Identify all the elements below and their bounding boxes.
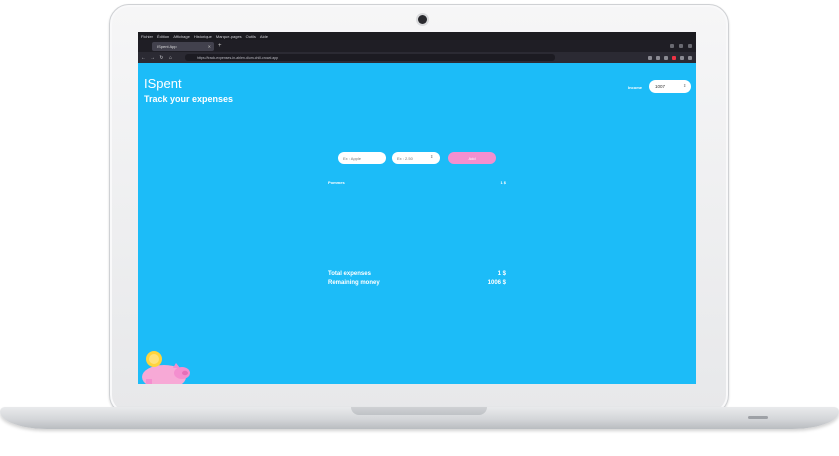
menu-item-help[interactable]: Aide	[260, 34, 268, 39]
ispent-app: ISpent Track your expenses Income ⇕ ⇕ Ad…	[138, 63, 696, 384]
menu-item-edit[interactable]: Édition	[157, 34, 169, 39]
window-controls	[670, 44, 692, 48]
forward-icon[interactable]: →	[150, 55, 155, 61]
maximize-icon[interactable]	[679, 44, 683, 48]
new-tab-icon[interactable]: +	[218, 43, 222, 49]
remaining-money-value: 1006 $	[487, 280, 506, 286]
expense-name: Pommes	[328, 180, 345, 185]
app-logo-text: ISpent	[144, 76, 182, 91]
home-icon[interactable]: ⌂	[168, 55, 173, 61]
reload-icon[interactable]: ↻	[159, 55, 164, 61]
budget-stepper-icon[interactable]: ⇕	[683, 83, 686, 88]
piggy-bank-icon	[142, 351, 190, 384]
budget-label: Income	[628, 85, 643, 90]
menu-item-bookmarks[interactable]: Marque-pages	[216, 34, 242, 39]
extension-icon[interactable]	[656, 55, 660, 60]
minimize-icon[interactable]	[670, 44, 674, 48]
expense-name-input[interactable]	[338, 152, 386, 164]
webcam-icon	[418, 15, 427, 24]
remaining-money-label: Remaining money	[328, 280, 380, 286]
os-menu-bar: Fichier Édition Affichage Historique Mar…	[138, 32, 696, 40]
laptop-hinge-notch	[351, 407, 487, 415]
menu-item-file[interactable]: Fichier	[141, 34, 153, 39]
url-text: https://track-expenses-in-ablen-dium-chi…	[197, 55, 279, 60]
app-tagline: Track your expenses	[144, 94, 234, 104]
browser-tab-strip: ISpent App ✕ +	[138, 40, 696, 52]
laptop-screen: Fichier Édition Affichage Historique Mar…	[138, 32, 696, 384]
extension-icon[interactable]	[648, 55, 652, 60]
tab-title: ISpent App	[157, 43, 177, 49]
laptop-indicator	[748, 416, 768, 419]
browser-tab[interactable]: ISpent App ✕	[152, 41, 214, 51]
address-bar[interactable]: https://track-expenses-in-ablen-dium-chi…	[185, 54, 555, 61]
extension-icon[interactable]	[664, 55, 668, 60]
extension-icon[interactable]	[672, 55, 676, 60]
back-icon[interactable]: ←	[141, 55, 146, 61]
menu-item-history[interactable]: Historique	[194, 34, 212, 39]
total-expenses-value: 1 $	[497, 271, 506, 277]
remaining-money-row: Remaining money 1006 $	[328, 280, 506, 286]
close-window-icon[interactable]	[688, 44, 692, 48]
total-expenses-label: Total expenses	[328, 271, 371, 277]
expense-list-item: Pommes 1 $	[328, 180, 506, 185]
menu-item-tools[interactable]: Outils	[246, 34, 256, 39]
close-tab-icon[interactable]: ✕	[208, 44, 211, 49]
expense-amount: 1 $	[500, 180, 506, 185]
menu-icon[interactable]	[688, 55, 692, 60]
menu-item-view[interactable]: Affichage	[173, 34, 190, 39]
browser-toolbar: ← → ↻ ⌂ https://track-expenses-in-ablen-…	[138, 52, 696, 63]
add-expense-button[interactable]: Add	[448, 152, 496, 164]
amount-stepper-icon[interactable]: ⇕	[430, 154, 433, 159]
extension-icons	[648, 55, 692, 60]
total-expenses-row: Total expenses 1 $	[328, 271, 506, 277]
extension-icon[interactable]	[680, 55, 684, 60]
